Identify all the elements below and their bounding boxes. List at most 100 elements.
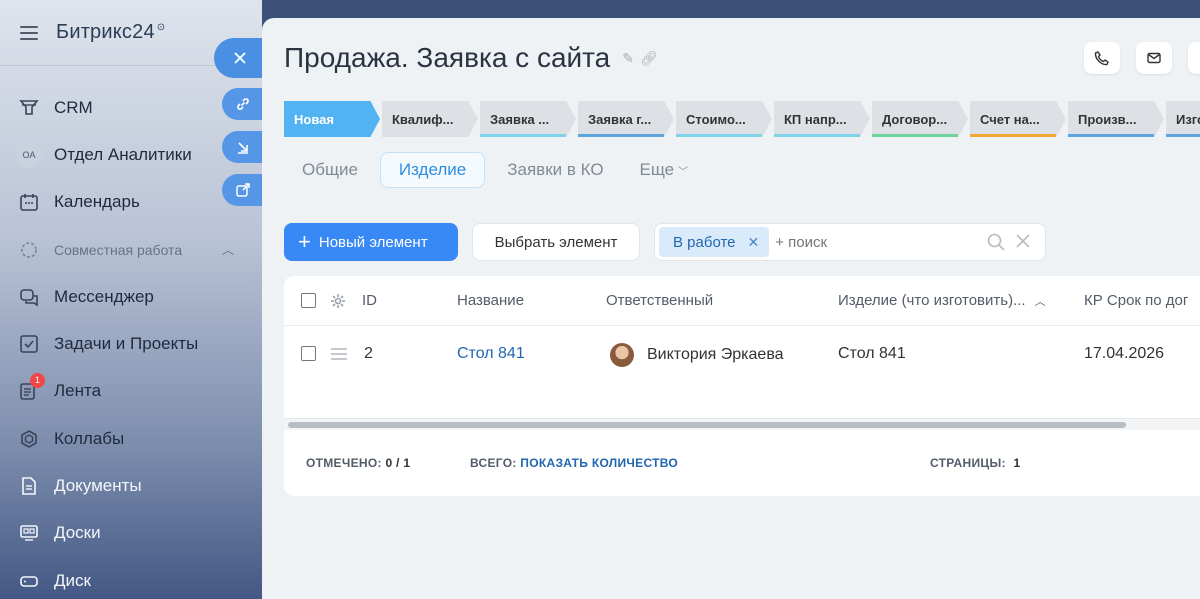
stage-label: Стоимо...	[686, 111, 746, 127]
column-header-deadline[interactable]: КР Срок по дог	[1084, 292, 1188, 309]
chevron-down-icon: ﹀	[678, 166, 689, 178]
row-name-link[interactable]: Стол 841	[457, 345, 525, 363]
sidebar-item-label: Доски	[54, 523, 101, 543]
responsible-cell[interactable]: Виктория Эркаева	[610, 343, 784, 367]
column-header-name[interactable]: Название	[457, 292, 524, 309]
tab-label: Изделие	[398, 160, 467, 179]
stage-new[interactable]: Новая	[284, 101, 380, 137]
total-label: ВСЕГО:	[470, 456, 517, 470]
stage-request-ready[interactable]: Заявка г...	[578, 101, 674, 137]
filter-chip[interactable]: В работе ✕	[659, 227, 770, 257]
sidebar-item-analytics-dept[interactable]: OA Отдел Аналитики	[0, 131, 262, 178]
tab-label: Заявки в КО	[507, 160, 604, 179]
sidebar-section-collaboration[interactable]: Совместная работа ︿	[0, 226, 262, 273]
tab-label: Общие	[302, 160, 358, 179]
chevron-up-icon[interactable]: ︿	[222, 241, 234, 258]
column-header-id[interactable]: ID	[362, 292, 377, 309]
new-element-button[interactable]: + Новый элемент	[284, 223, 458, 261]
close-icon	[234, 52, 246, 64]
sidebar-item-label: Задачи и Проекты	[54, 334, 199, 354]
stage-manufacturing[interactable]: Изго...	[1166, 101, 1200, 137]
logo[interactable]: Битрикс24 ⊙	[56, 21, 165, 44]
open-new-window-button[interactable]	[222, 174, 264, 206]
disk-icon	[18, 570, 40, 592]
row-deadline: 17.04.2026	[1084, 344, 1165, 362]
show-count-link[interactable]: ПОКАЗАТЬ КОЛИЧЕСТВО	[520, 456, 678, 470]
title-actions: ✎ 🔗︎	[622, 50, 658, 67]
sort-up-icon: ︿	[1034, 295, 1046, 308]
sidebar-item-documents[interactable]: Документы	[0, 462, 262, 509]
tab-product[interactable]: Изделие	[379, 152, 486, 188]
close-slider-button[interactable]	[214, 38, 266, 78]
sidebar-item-boards[interactable]: Доски	[0, 510, 262, 557]
tab-more[interactable]: Еще ﹀	[622, 152, 707, 188]
sidebar-item-feed[interactable]: 1 Лента	[0, 368, 262, 415]
search-icon[interactable]	[987, 233, 1005, 251]
stage-qualification[interactable]: Квалиф...	[382, 101, 478, 137]
stage-invoice[interactable]: Счет на...	[970, 101, 1066, 137]
filter-actions	[987, 233, 1031, 251]
search-input[interactable]	[775, 233, 966, 251]
sidebar-item-collabs[interactable]: Коллабы	[0, 415, 262, 462]
tasks-icon	[18, 333, 40, 355]
column-header-responsible[interactable]: Ответственный	[606, 292, 713, 309]
row-product: Стол 841	[838, 344, 906, 362]
table-row[interactable]: 2 Стол 841 Виктория Эркаева Стол 841 17.…	[284, 326, 1200, 381]
tab-label: Еще	[639, 160, 675, 179]
clear-icon[interactable]	[1015, 233, 1031, 249]
minimize-slider-button[interactable]	[222, 131, 264, 163]
pages-label: СТРАНИЦЫ:	[930, 456, 1006, 470]
row-id: 2	[364, 344, 373, 362]
avatar: OA	[16, 141, 42, 168]
stage-production[interactable]: Произв...	[1068, 101, 1164, 137]
row-checkbox[interactable]	[301, 346, 316, 361]
filter-chip-label: В работе	[673, 233, 736, 251]
sidebar-item-label: Документы	[54, 476, 142, 496]
tab-ko-requests[interactable]: Заявки в КО	[489, 152, 621, 188]
scrollbar-thumb[interactable]	[288, 422, 1126, 428]
select-all-checkbox[interactable]	[301, 293, 316, 308]
sidebar-item-label: Лента	[54, 381, 102, 401]
plus-icon: +	[298, 229, 311, 254]
column-header-product[interactable]: Изделие (что изготовить)... ︿	[838, 292, 1046, 309]
sidebar-item-disk[interactable]: Диск	[0, 557, 262, 599]
stage-offer-sent[interactable]: КП напр...	[774, 101, 870, 137]
grid-footer: ОТМЕЧЕНО: 0 / 1 ВСЕГО: ПОКАЗАТЬ КОЛИЧЕСТ…	[284, 430, 1200, 496]
hamburger-menu-icon[interactable]	[20, 25, 38, 40]
stage-label: Заявка ...	[490, 111, 550, 127]
select-element-button[interactable]: Выбрать элемент	[472, 223, 640, 261]
page-title: Продажа. Заявка с сайта	[284, 42, 611, 73]
filter-search-bar[interactable]: В работе ✕	[654, 223, 1046, 261]
settings-gear-icon[interactable]	[330, 293, 346, 309]
edit-pencil-icon[interactable]: ✎	[622, 50, 634, 67]
items-grid: ID Название Ответственный Изделие (что и…	[284, 276, 1200, 496]
slider-panel: Продажа. Заявка с сайта ✎ 🔗︎ Новая Квали…	[262, 18, 1200, 599]
copy-link-button[interactable]	[222, 88, 264, 120]
pages-value[interactable]: 1	[1013, 456, 1020, 470]
remove-filter-icon[interactable]: ✕	[748, 234, 760, 251]
documents-icon	[18, 475, 40, 497]
stage-contract[interactable]: Договор...	[872, 101, 968, 137]
stage-cost[interactable]: Стоимо...	[676, 101, 772, 137]
stage-request[interactable]: Заявка ...	[480, 101, 576, 137]
sidebar-item-tasks[interactable]: Задачи и Проекты	[0, 320, 262, 367]
sidebar-item-messenger[interactable]: Мессенджер	[0, 273, 262, 320]
collabs-icon	[18, 428, 40, 450]
horizontal-scrollbar[interactable]	[284, 418, 1200, 430]
mail-icon	[1147, 52, 1161, 64]
call-button[interactable]	[1084, 42, 1120, 74]
sidebar-item-label: Календарь	[54, 192, 140, 212]
copy-link-icon[interactable]: 🔗︎	[640, 50, 658, 67]
checked-label: ОТМЕЧЕНО:	[306, 456, 382, 470]
tab-general[interactable]: Общие	[284, 152, 376, 188]
stage-label: Изго...	[1176, 111, 1200, 127]
stage-label: Заявка г...	[588, 111, 652, 127]
email-button[interactable]	[1136, 42, 1172, 74]
messenger-icon	[18, 286, 40, 308]
stage-label: Квалиф...	[392, 111, 454, 127]
more-contact-button[interactable]	[1188, 42, 1200, 74]
sidebar-item-label: Коллабы	[54, 428, 125, 448]
drag-handle-icon[interactable]	[331, 347, 347, 360]
stage-label: Договор...	[882, 111, 948, 127]
grid-header: ID Название Ответственный Изделие (что и…	[284, 276, 1200, 326]
